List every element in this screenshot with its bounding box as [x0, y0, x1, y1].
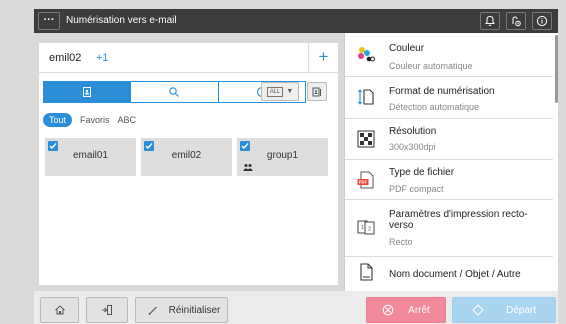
filter-tab-favorites[interactable]: Favoris — [80, 115, 110, 125]
index-dropdown[interactable]: ALL ▼ — [261, 82, 299, 101]
job-status-button[interactable] — [506, 12, 526, 30]
entry-name: emil02 — [171, 150, 202, 161]
settings-scrollbar[interactable] — [555, 35, 558, 103]
filter-tab-abc[interactable]: ABC — [118, 115, 137, 125]
setting-title: Couleur — [389, 43, 425, 54]
job-status-icon — [512, 16, 521, 27]
all-box: ALL — [266, 86, 284, 97]
group-icon — [243, 164, 253, 171]
check-icon — [145, 143, 153, 150]
add-destination-button[interactable]: + — [308, 43, 338, 73]
setting-title: Nom document / Objet / Autre — [389, 269, 521, 280]
setting-document-name[interactable]: Nom document / Objet / Autre — [345, 257, 553, 291]
setting-title: Résolution — [389, 126, 437, 137]
setting-title: Format de numérisation — [389, 86, 495, 97]
check-icon — [241, 143, 249, 150]
address-panel: emil02 +1 + ALL ▼ Tout Favoris ABC email… — [39, 43, 338, 285]
setting-value: Recto — [389, 237, 413, 247]
entry-name: email01 — [72, 150, 109, 161]
setting-duplex[interactable]: 12 Paramètres d'impression recto-verso R… — [345, 200, 553, 257]
reset-button[interactable]: Réinitialiser — [135, 297, 228, 323]
filter-tabs: Tout Favoris ABC — [43, 112, 136, 128]
address-entry-email01[interactable]: email01 — [45, 138, 136, 176]
stop-button[interactable]: Arrêt — [366, 297, 446, 323]
reset-label: Réinitialiser — [168, 304, 221, 316]
setting-value: Détection automatique — [389, 102, 480, 112]
exit-button[interactable] — [86, 297, 128, 323]
address-detail-icon — [312, 87, 321, 96]
pdf-badge: PDF — [359, 180, 368, 185]
entry-name: group1 — [266, 150, 299, 161]
screen-title: Numérisation vers e-mail — [66, 15, 177, 26]
bell-icon — [484, 15, 496, 26]
destination-field[interactable]: emil02 +1 + — [39, 43, 338, 73]
destination-name: emil02 — [49, 52, 82, 64]
resolution-icon — [357, 130, 375, 148]
address-detail-button[interactable] — [307, 82, 327, 101]
file-type-icon: PDF — [357, 171, 374, 189]
filter-tab-all[interactable]: Tout — [43, 113, 73, 127]
setting-title: Paramètres d'impression recto-verso — [389, 209, 528, 231]
setting-value: 300x300dpi — [389, 142, 436, 152]
setting-value: Couleur automatique — [389, 61, 473, 71]
exit-icon — [102, 305, 112, 315]
color-icon — [358, 47, 375, 62]
bottom-bar: Réinitialiser Arrêt Départ — [34, 291, 558, 324]
setting-color[interactable]: Couleur Couleur automatique — [345, 33, 553, 77]
eraser-icon — [148, 306, 157, 316]
home-button[interactable] — [40, 297, 79, 323]
address-entry-group1[interactable]: group1 — [237, 138, 328, 176]
duplex-icon: 12 — [357, 220, 375, 235]
destination-extra-count: +1 — [96, 52, 109, 64]
svg-text:2: 2 — [368, 227, 371, 233]
setting-file-type[interactable]: PDF Type de fichier PDF compact — [345, 160, 553, 200]
stop-icon — [382, 304, 394, 316]
search-icon — [169, 87, 180, 97]
svg-text:1: 1 — [361, 225, 364, 231]
address-book-icon — [83, 87, 92, 97]
address-list: email01 emil02 group1 — [45, 138, 328, 176]
check-icon — [49, 143, 57, 150]
scan-size-icon — [357, 89, 374, 105]
tab-address-book[interactable] — [44, 82, 131, 102]
stop-label: Arrêt — [408, 304, 430, 316]
settings-panel: Couleur Couleur automatique Format de nu… — [344, 33, 558, 291]
menu-button[interactable]: ··· — [38, 12, 60, 30]
info-icon — [536, 15, 548, 27]
info-button[interactable] — [532, 12, 552, 30]
setting-title: Type de fichier — [389, 167, 455, 178]
setting-resolution[interactable]: Résolution 300x300dpi — [345, 119, 553, 160]
start-button[interactable]: Départ — [452, 297, 556, 323]
address-entry-emil02[interactable]: emil02 — [141, 138, 232, 176]
setting-value: PDF compact — [389, 184, 444, 194]
notification-button[interactable] — [480, 12, 500, 30]
tab-search[interactable] — [130, 82, 218, 102]
home-icon — [54, 305, 65, 315]
document-name-icon — [360, 263, 373, 281]
chevron-down-icon: ▼ — [286, 88, 294, 95]
setting-scan-size[interactable]: Format de numérisation Détection automat… — [345, 77, 553, 119]
title-bar: ··· Numérisation vers e-mail — [34, 9, 558, 33]
start-icon — [472, 304, 484, 316]
start-label: Départ — [505, 304, 536, 316]
